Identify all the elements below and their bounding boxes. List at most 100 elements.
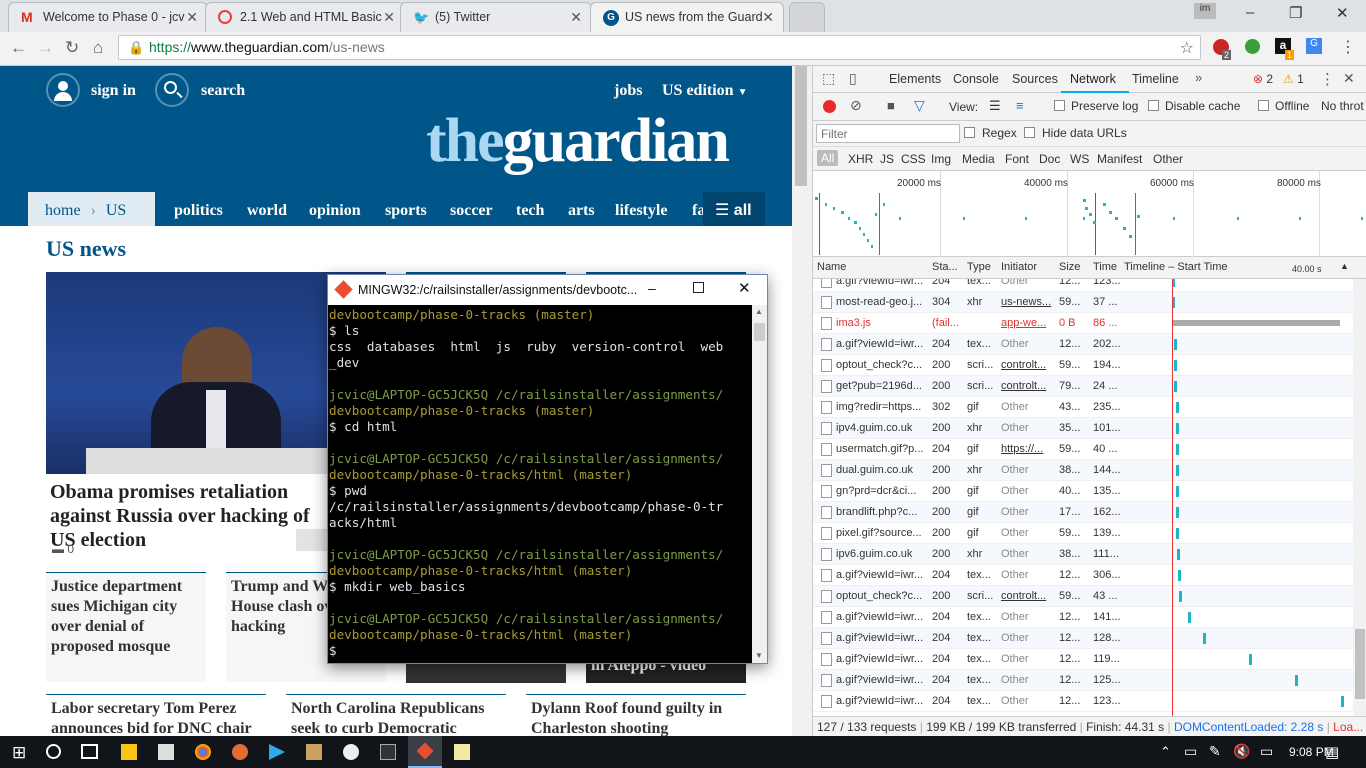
- type-ws[interactable]: WS: [1070, 152, 1089, 166]
- volume-muted-icon[interactable]: 🔇: [1233, 743, 1250, 760]
- warning-count[interactable]: ⚠ 1: [1283, 72, 1304, 86]
- cell-initiator[interactable]: Other: [1001, 548, 1056, 560]
- cell-initiator[interactable]: Other: [1001, 338, 1056, 350]
- star-icon[interactable]: ☆: [1180, 38, 1194, 58]
- request-row[interactable]: optout_check?c... 200 scri... controlt... 59…: [813, 355, 1353, 376]
- jobs-link[interactable]: jobs: [614, 82, 642, 100]
- tab-twitter[interactable]: 🐦 (5) Twitter ✕: [400, 2, 592, 32]
- comment-count[interactable]: ▬ 0: [52, 542, 74, 556]
- network-icon[interactable]: ▭: [1184, 743, 1197, 760]
- terminal-scrollbar[interactable]: ▲ ▼: [752, 305, 767, 663]
- request-row[interactable]: img?redir=https... 302 gif Other 43... 235...: [813, 397, 1353, 418]
- scrollbar-thumb[interactable]: [795, 66, 807, 186]
- tab-guardian[interactable]: G US news from the Guard ✕: [590, 2, 784, 32]
- type-all[interactable]: All: [817, 150, 839, 166]
- request-row[interactable]: a.gif?viewId=iwr... 204 tex... Other 12... 14…: [813, 607, 1353, 628]
- cell-initiator[interactable]: Other: [1001, 653, 1056, 665]
- terminal-window[interactable]: MINGW32:/c/railsinstaller/assignments/de…: [327, 274, 768, 664]
- nav-soccer[interactable]: soccer: [450, 202, 493, 220]
- cell-initiator[interactable]: Other: [1001, 632, 1056, 644]
- more-tabs-icon[interactable]: »: [1195, 70, 1202, 85]
- forward-icon[interactable]: →: [37, 38, 54, 58]
- cell-initiator[interactable]: controlt...: [1001, 380, 1056, 392]
- story-card[interactable]: North Carolina Republicans seek to curb …: [286, 694, 506, 736]
- close-window-icon[interactable]: ✕: [1336, 4, 1349, 22]
- request-row[interactable]: a.gif?viewId=iwr... 204 tex... Other 12... 12…: [813, 670, 1353, 691]
- device-toolbar-icon[interactable]: ▯: [849, 70, 857, 87]
- waterfall-view-icon[interactable]: ≡: [1016, 98, 1024, 113]
- scrollbar-thumb[interactable]: [754, 323, 765, 341]
- request-row[interactable]: most-read-geo.j... 304 xhr us-news... 59... 3…: [813, 292, 1353, 313]
- nav-politics[interactable]: politics: [174, 202, 223, 220]
- guardian-logo[interactable]: theguardian: [426, 110, 730, 172]
- back-icon[interactable]: ←: [10, 38, 27, 58]
- action-center-icon[interactable]: ▤: [1325, 743, 1339, 761]
- cell-initiator[interactable]: app-we...: [1001, 317, 1056, 329]
- cell-initiator[interactable]: Other: [1001, 527, 1056, 539]
- request-row[interactable]: ipv4.guim.co.uk 200 xhr Other 35... 101...: [813, 418, 1353, 439]
- terminal-output[interactable]: devbootcamp/phase-0-tracks (master) $ ls c…: [328, 305, 752, 663]
- request-row[interactable]: usermatch.gif?p... 204 gif https://... 59...…: [813, 439, 1353, 460]
- capture-screenshots-icon[interactable]: ■: [887, 98, 895, 113]
- profile-badge[interactable]: im: [1194, 3, 1216, 19]
- cell-initiator[interactable]: Other: [1001, 464, 1056, 476]
- close-tab-icon[interactable]: ✕: [570, 9, 582, 26]
- request-row[interactable]: ima3.js (fail... app-we... 0 B 86 ...: [813, 313, 1353, 334]
- cell-initiator[interactable]: https://...: [1001, 443, 1056, 455]
- nav-arts[interactable]: arts: [568, 202, 595, 220]
- cell-initiator[interactable]: controlt...: [1001, 359, 1056, 371]
- type-xhr[interactable]: XHR: [848, 152, 873, 166]
- cmd-icon[interactable]: [380, 744, 396, 760]
- col-size[interactable]: Size: [1059, 261, 1080, 273]
- preserve-log-checkbox[interactable]: [1054, 100, 1065, 111]
- story-card[interactable]: Justice department sues Michigan city ov…: [46, 572, 206, 682]
- home-icon[interactable]: ⌂: [93, 38, 103, 58]
- edition-selector[interactable]: US edition ▼: [662, 82, 747, 100]
- windows-start-icon[interactable]: ⊞: [12, 743, 26, 763]
- tab-sources[interactable]: Sources: [1012, 72, 1058, 86]
- tab-network[interactable]: Network: [1070, 72, 1116, 86]
- type-doc[interactable]: Doc: [1039, 152, 1060, 166]
- menu-icon[interactable]: ⋮: [1340, 37, 1356, 57]
- close-icon[interactable]: ✕: [738, 279, 751, 297]
- close-tab-icon[interactable]: ✕: [383, 9, 395, 26]
- type-js[interactable]: JS: [880, 152, 894, 166]
- nav-opinion[interactable]: opinion: [309, 202, 361, 220]
- type-css[interactable]: CSS: [901, 152, 926, 166]
- cell-initiator[interactable]: us-news...: [1001, 296, 1056, 308]
- pen-icon[interactable]: ✎: [1209, 743, 1221, 760]
- translate-icon[interactable]: G: [1306, 38, 1322, 54]
- tab-console[interactable]: Console: [953, 72, 999, 86]
- devtools-menu-icon[interactable]: ⋮: [1320, 70, 1335, 88]
- search-link[interactable]: search: [201, 82, 245, 100]
- cell-initiator[interactable]: Other: [1001, 506, 1056, 518]
- cell-initiator[interactable]: Other: [1001, 695, 1056, 707]
- type-media[interactable]: Media: [962, 152, 995, 166]
- throttle-select[interactable]: No throt: [1321, 99, 1364, 113]
- chevron-up-icon[interactable]: ⌃: [1160, 744, 1171, 760]
- cell-initiator[interactable]: Other: [1001, 422, 1056, 434]
- lead-headline[interactable]: Obama promises retaliation against Russi…: [50, 480, 330, 552]
- error-count[interactable]: ⊗ 2: [1253, 72, 1273, 86]
- nav-sports[interactable]: sports: [385, 202, 427, 220]
- store-icon[interactable]: [158, 744, 174, 760]
- address-bar[interactable]: 🔒 https://www.theguardian.com/us-news ☆: [118, 35, 1201, 60]
- filter-icon[interactable]: ▽: [914, 97, 925, 114]
- request-row[interactable]: a.gif?viewId=iwr... 204 tex... Other 12... 30…: [813, 565, 1353, 586]
- sort-icon[interactable]: ▲: [1340, 261, 1349, 271]
- cell-initiator[interactable]: Other: [1001, 485, 1056, 497]
- story-card[interactable]: Dylann Roof found guilty in Charleston s…: [526, 694, 746, 736]
- close-tab-icon[interactable]: ✕: [762, 9, 774, 26]
- battery-icon[interactable]: ▭: [1260, 743, 1273, 760]
- col-type[interactable]: Type: [967, 261, 991, 273]
- scroll-up-icon[interactable]: ▲: [755, 307, 763, 316]
- request-row[interactable]: get?pub=2196d... 200 scri... controlt... 79.…: [813, 376, 1353, 397]
- tab-dbc[interactable]: 2.1 Web and HTML Basic ✕: [205, 2, 405, 32]
- cell-initiator[interactable]: Other: [1001, 569, 1056, 581]
- tab-timeline[interactable]: Timeline: [1132, 72, 1179, 86]
- extension-icon[interactable]: [1245, 39, 1260, 54]
- all-sections-button[interactable]: ☰ all: [703, 192, 765, 226]
- request-row[interactable]: pixel.gif?source... 200 gif Other 59... 139..…: [813, 523, 1353, 544]
- nav-world[interactable]: world: [247, 202, 287, 220]
- col-name[interactable]: Name: [817, 261, 846, 273]
